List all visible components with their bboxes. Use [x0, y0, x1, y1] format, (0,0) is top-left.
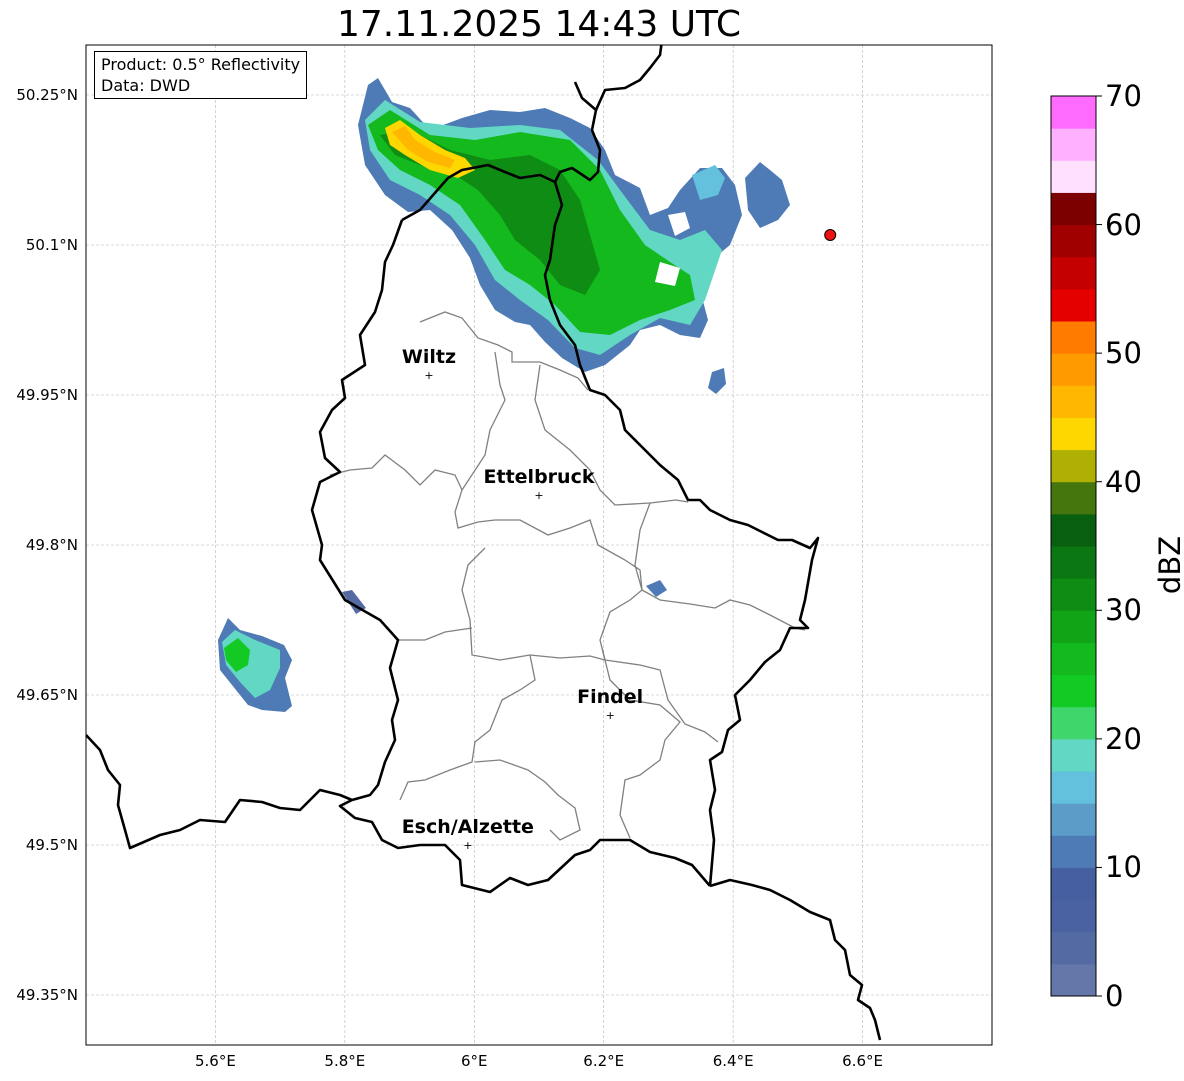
lat-tick-label: 50.1°N: [25, 236, 78, 254]
place-marker-icon: +: [424, 369, 433, 382]
lon-tick-label: 5.6°E: [195, 1052, 236, 1070]
colorbar-segment: [1051, 642, 1096, 676]
place-marker-icon: +: [606, 709, 615, 722]
lon-tick-label: 6.4°E: [712, 1052, 754, 1070]
colorbar-segment: [1051, 963, 1096, 997]
colorbar-segment: [1051, 288, 1096, 322]
colorbar-segment: [1051, 578, 1096, 611]
place-label: Findel: [577, 686, 644, 708]
colorbar: [1050, 95, 1102, 997]
radar-site-marker: [824, 229, 837, 241]
colorbar-segment: [1051, 224, 1096, 258]
colorbar-tick-label: 10: [1105, 850, 1142, 885]
lat-tick-label: 49.35°N: [16, 986, 78, 1004]
colorbar-unit-label: dBZ: [1153, 535, 1184, 595]
colorbar-segment: [1051, 96, 1096, 129]
lat-tick-label: 49.5°N: [25, 836, 78, 854]
lat-tick-label: 49.65°N: [16, 686, 78, 704]
colorbar-segment: [1051, 803, 1096, 836]
colorbar-segment: [1051, 128, 1096, 161]
colorbar-tick-label: 30: [1105, 593, 1142, 628]
colorbar-segment: [1051, 674, 1096, 708]
colorbar-segment: [1051, 706, 1096, 740]
lat-tick-label: 49.8°N: [25, 536, 78, 554]
colorbar-segment: [1051, 771, 1096, 804]
place-marker-icon: +: [534, 489, 543, 502]
colorbar-tick-label: 70: [1105, 79, 1142, 113]
colorbar-segment: [1051, 417, 1096, 451]
product-label: Product: 0.5° Reflectivity: [101, 55, 301, 74]
colorbar-segment: [1051, 546, 1096, 579]
lon-tick-label: 6.2°E: [583, 1052, 625, 1070]
colorbar-segment: [1051, 835, 1096, 868]
lat-tick-label: 49.95°N: [16, 386, 78, 404]
colorbar-segment: [1051, 931, 1096, 965]
colorbar-segment: [1051, 610, 1096, 643]
colorbar-segment: [1051, 449, 1096, 483]
colorbar-tick-label: 50: [1105, 336, 1142, 371]
colorbar-segment: [1051, 738, 1096, 772]
lon-tick-label: 5.8°E: [324, 1052, 366, 1070]
colorbar-segment: [1051, 353, 1096, 386]
colorbar-segment: [1051, 321, 1096, 354]
place-label: Ettelbruck: [483, 466, 595, 488]
lat-tick-label: 50.25°N: [16, 86, 78, 104]
colorbar-tick-label: 60: [1105, 207, 1142, 242]
lon-tick-label: 6.6°E: [842, 1052, 883, 1070]
radar-map: + + + +: [85, 44, 1102, 1046]
lon-tick-label: 6°E: [461, 1052, 488, 1070]
place-label: Wiltz: [401, 346, 457, 368]
colorbar-segment: [1051, 160, 1096, 193]
colorbar-segment: [1051, 192, 1096, 226]
colorbar-segment: [1051, 867, 1096, 901]
colorbar-tick-label: 20: [1105, 721, 1142, 756]
colorbar-tick-label: 0: [1105, 979, 1124, 1013]
colorbar-segment: [1051, 385, 1096, 418]
data-source-label: Data: DWD: [101, 76, 191, 95]
colorbar-segment: [1051, 256, 1096, 290]
place-label: Esch/Alzette: [401, 816, 534, 838]
place-marker-icon: +: [463, 839, 472, 852]
colorbar-segment: [1051, 513, 1096, 547]
colorbar-segment: [1051, 481, 1096, 515]
colorbar-segment: [1051, 899, 1096, 933]
info-box: Product: 0.5° Reflectivity Data: DWD: [94, 51, 308, 99]
colorbar-tick-label: 40: [1105, 464, 1142, 499]
